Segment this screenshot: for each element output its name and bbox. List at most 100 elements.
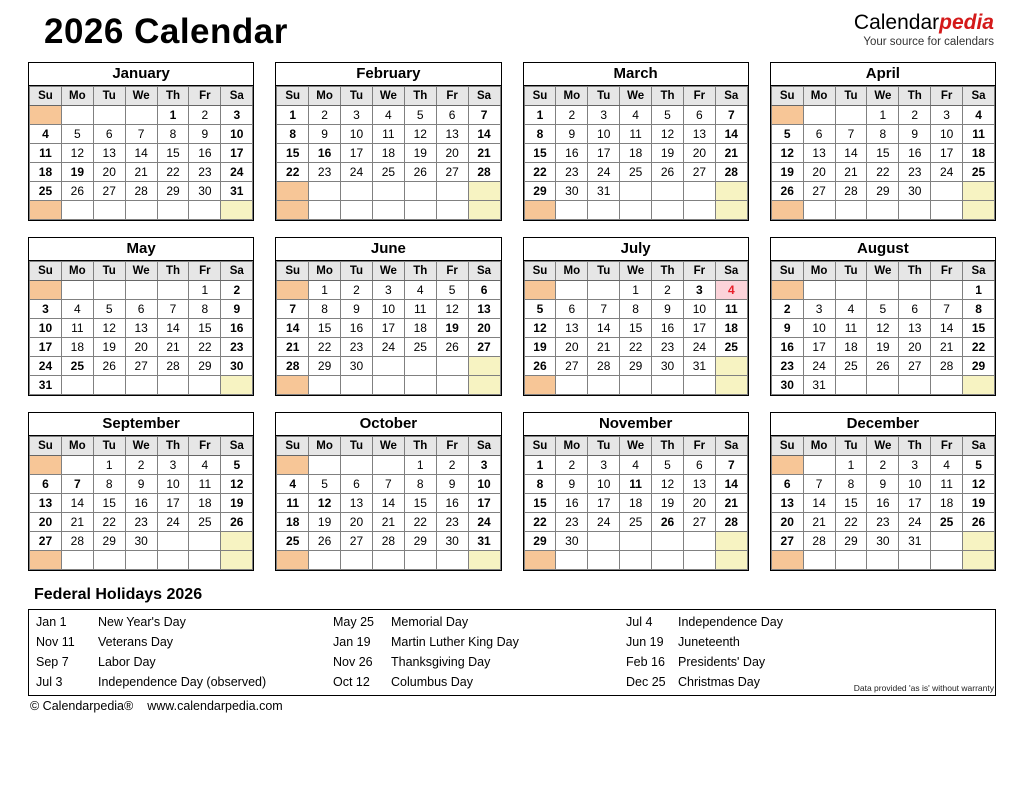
day-cell[interactable]: 25 — [371, 162, 405, 182]
day-cell[interactable]: 7 — [276, 299, 310, 319]
day-cell[interactable]: 29 — [403, 531, 437, 551]
day-cell[interactable]: 25 — [834, 356, 868, 376]
day-cell[interactable]: 28 — [930, 356, 964, 376]
day-cell[interactable]: 15 — [308, 318, 342, 338]
day-cell[interactable]: 5 — [770, 124, 804, 144]
day-cell[interactable]: 28 — [371, 531, 405, 551]
day-cell[interactable]: 18 — [714, 318, 748, 338]
day-cell[interactable]: 1 — [276, 105, 310, 125]
day-cell[interactable]: 4 — [930, 455, 964, 475]
day-cell[interactable]: 10 — [220, 124, 254, 144]
day-cell[interactable]: 26 — [523, 356, 557, 376]
day-cell[interactable]: 12 — [523, 318, 557, 338]
day-cell[interactable]: 30 — [555, 181, 589, 201]
day-cell[interactable]: 12 — [770, 143, 804, 163]
day-cell[interactable]: 28 — [156, 356, 190, 376]
day-cell[interactable]: 12 — [92, 318, 126, 338]
day-cell[interactable]: 26 — [962, 512, 995, 532]
day-cell[interactable]: 27 — [124, 356, 158, 376]
day-cell[interactable]: 24 — [340, 162, 373, 182]
day-cell[interactable]: 21 — [371, 512, 405, 532]
day-cell[interactable]: 30 — [435, 531, 469, 551]
day-cell[interactable]: 25 — [60, 356, 94, 376]
day-cell[interactable]: 26 — [770, 181, 804, 201]
day-cell[interactable]: 20 — [555, 337, 589, 357]
day-cell[interactable]: 13 — [802, 143, 836, 163]
day-cell[interactable]: 28 — [276, 356, 310, 376]
day-cell[interactable]: 16 — [555, 493, 589, 513]
day-cell[interactable]: 19 — [962, 493, 995, 513]
day-cell[interactable]: 1 — [962, 280, 995, 300]
day-cell[interactable]: 22 — [403, 512, 437, 532]
day-cell[interactable]: 18 — [371, 143, 405, 163]
day-cell[interactable]: 4 — [188, 455, 222, 475]
day-cell[interactable]: 8 — [92, 474, 126, 494]
day-cell[interactable]: 2 — [770, 299, 804, 319]
day-cell[interactable]: 18 — [930, 493, 964, 513]
day-cell[interactable]: 2 — [555, 105, 589, 125]
day-cell[interactable]: 9 — [770, 318, 804, 338]
day-cell[interactable]: 3 — [467, 455, 501, 475]
day-cell[interactable]: 22 — [834, 512, 868, 532]
day-cell[interactable]: 16 — [340, 318, 373, 338]
day-cell[interactable]: 11 — [60, 318, 94, 338]
day-cell[interactable]: 12 — [651, 474, 684, 494]
day-cell[interactable]: 31 — [467, 531, 501, 551]
day-cell[interactable]: 14 — [714, 474, 748, 494]
day-cell[interactable]: 24 — [587, 162, 621, 182]
day-cell[interactable]: 25 — [714, 337, 748, 357]
day-cell[interactable]: 7 — [371, 474, 405, 494]
day-cell[interactable]: 19 — [770, 162, 804, 182]
day-cell[interactable]: 24 — [587, 512, 621, 532]
day-cell[interactable]: 2 — [866, 455, 900, 475]
day-cell[interactable]: 14 — [156, 318, 190, 338]
day-cell[interactable]: 14 — [60, 493, 94, 513]
day-cell[interactable]: 27 — [92, 181, 126, 201]
day-cell[interactable]: 15 — [834, 493, 868, 513]
day-cell[interactable]: 16 — [866, 493, 900, 513]
day-cell[interactable]: 10 — [29, 318, 62, 338]
day-cell[interactable]: 5 — [523, 299, 557, 319]
day-cell[interactable]: 21 — [714, 493, 748, 513]
day-cell[interactable]: 17 — [682, 318, 716, 338]
day-cell[interactable]: 27 — [682, 162, 716, 182]
day-cell[interactable]: 12 — [435, 299, 469, 319]
day-cell[interactable]: 25 — [619, 512, 653, 532]
day-cell[interactable]: 6 — [682, 105, 716, 125]
day-cell[interactable]: 27 — [29, 531, 62, 551]
day-cell[interactable]: 17 — [898, 493, 932, 513]
day-cell[interactable]: 17 — [587, 493, 621, 513]
day-cell[interactable]: 8 — [188, 299, 222, 319]
day-cell[interactable]: 13 — [467, 299, 501, 319]
day-cell[interactable]: 4 — [619, 455, 653, 475]
day-cell[interactable]: 12 — [962, 474, 995, 494]
day-cell[interactable]: 11 — [29, 143, 62, 163]
day-cell[interactable]: 9 — [898, 124, 932, 144]
day-cell[interactable]: 25 — [403, 337, 437, 357]
day-cell[interactable]: 25 — [962, 162, 995, 182]
day-cell[interactable]: 22 — [188, 337, 222, 357]
day-cell[interactable]: 14 — [930, 318, 964, 338]
day-cell[interactable]: 10 — [156, 474, 190, 494]
day-cell[interactable]: 24 — [467, 512, 501, 532]
day-cell[interactable]: 25 — [188, 512, 222, 532]
day-cell[interactable]: 13 — [435, 124, 469, 144]
day-cell[interactable]: 4 — [29, 124, 62, 144]
day-cell[interactable]: 28 — [714, 512, 748, 532]
day-cell[interactable]: 5 — [220, 455, 254, 475]
day-cell[interactable]: 19 — [92, 337, 126, 357]
day-cell[interactable]: 29 — [308, 356, 342, 376]
day-cell[interactable]: 29 — [962, 356, 995, 376]
day-cell[interactable]: 27 — [770, 531, 804, 551]
day-cell[interactable]: 24 — [682, 337, 716, 357]
day-cell[interactable]: 20 — [92, 162, 126, 182]
day-cell[interactable]: 8 — [308, 299, 342, 319]
day-cell[interactable]: 9 — [220, 299, 254, 319]
day-cell[interactable]: 15 — [523, 143, 557, 163]
day-cell[interactable]: 25 — [276, 531, 310, 551]
day-cell[interactable]: 4 — [60, 299, 94, 319]
day-cell[interactable]: 26 — [308, 531, 342, 551]
day-cell[interactable]: 3 — [29, 299, 62, 319]
day-cell[interactable]: 15 — [619, 318, 653, 338]
day-cell[interactable]: 5 — [308, 474, 342, 494]
